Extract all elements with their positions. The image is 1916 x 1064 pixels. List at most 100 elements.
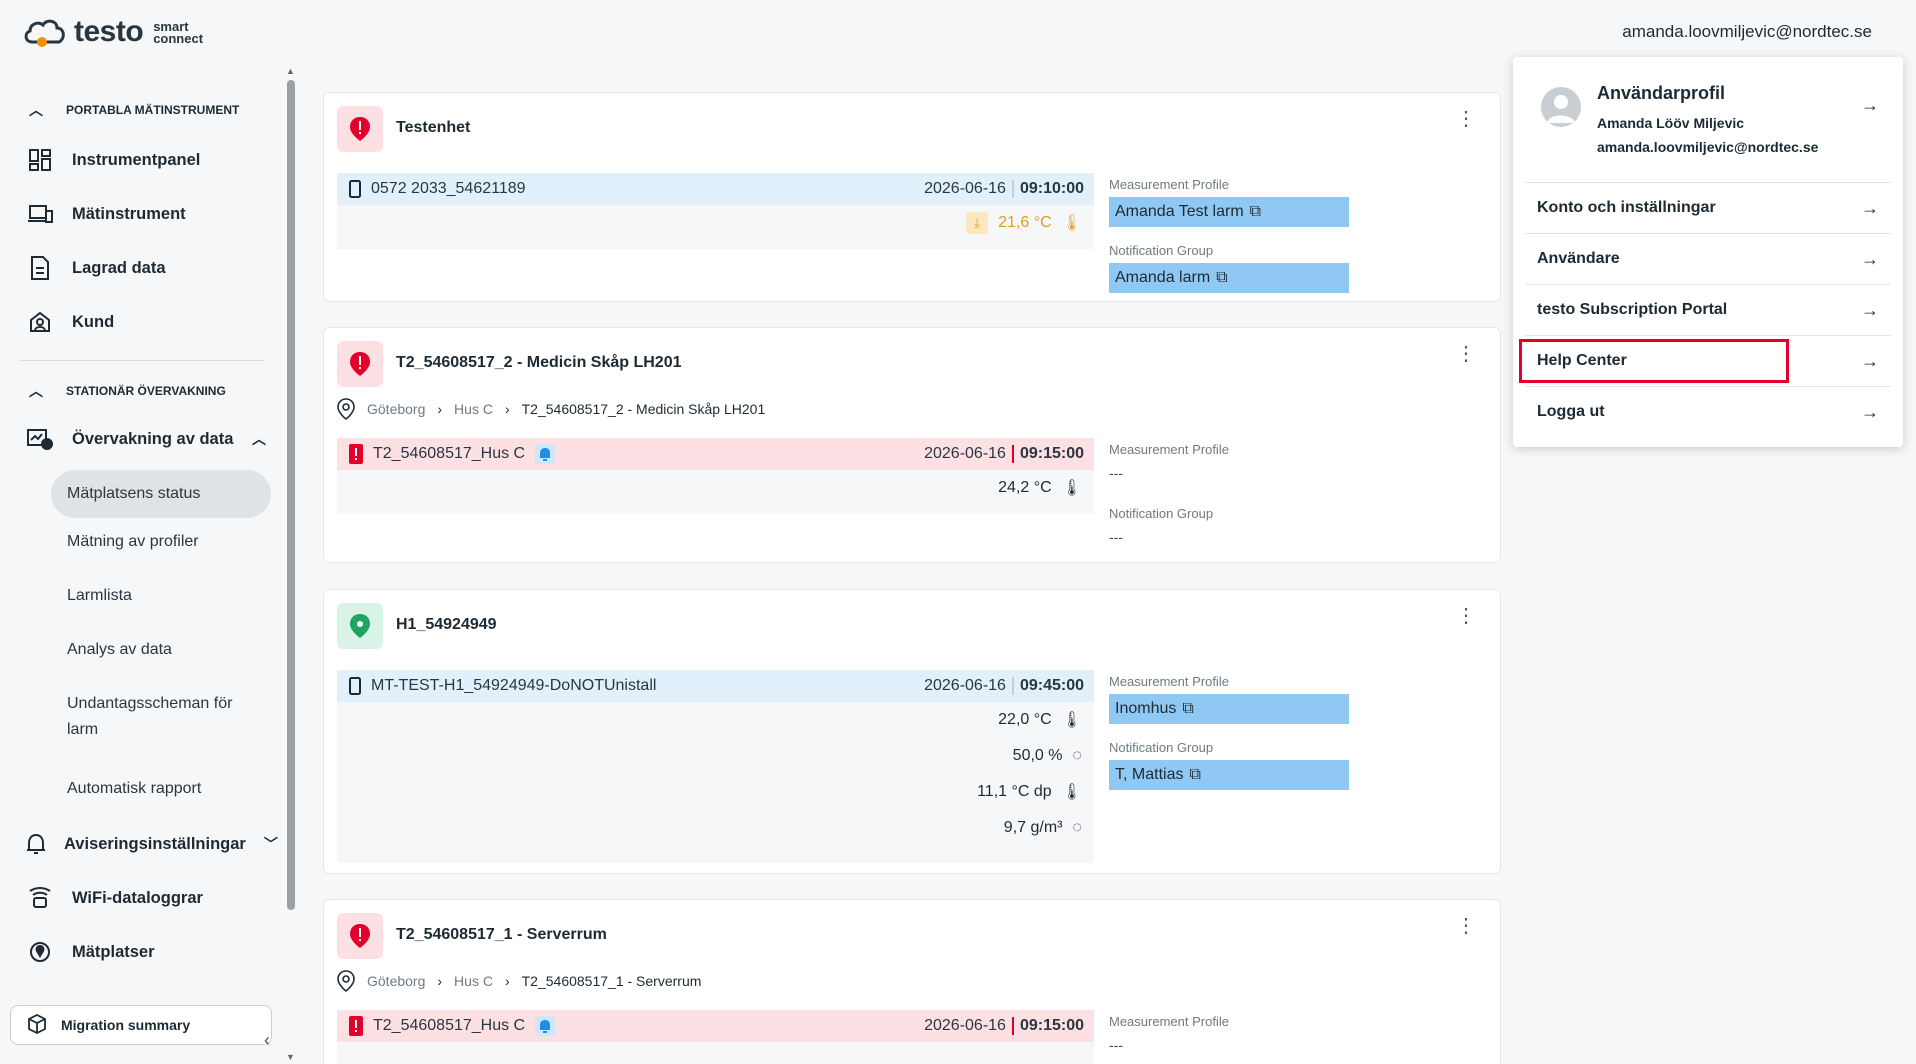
arrow-right-icon: → xyxy=(1861,248,1879,269)
arrow-right-icon[interactable]: → xyxy=(1861,95,1879,116)
sidebar-item-instruments[interactable]: Mätinstrument xyxy=(26,200,266,228)
location-pin-icon xyxy=(337,970,355,992)
scroll-down-arrow-icon[interactable]: ▼ xyxy=(286,1052,295,1062)
external-link-icon: ⧉ xyxy=(1249,203,1262,220)
timestamp-divider xyxy=(1011,1017,1014,1035)
notification-group-value: Amanda larm xyxy=(1115,269,1211,286)
arrow-right-icon: → xyxy=(1861,401,1879,422)
alarm-bell-icon xyxy=(535,1016,556,1036)
timestamp-date: 2026-06-16 xyxy=(924,1017,1006,1034)
device-name: 0572 2033_54621189 xyxy=(371,180,526,197)
arrow-right-icon: → xyxy=(1861,299,1879,320)
customer-icon xyxy=(26,308,54,336)
more-options-icon[interactable]: ⋮ xyxy=(1456,109,1476,129)
reading-value: 24,2 °C xyxy=(998,479,1052,496)
chevron-up-icon: ︿ xyxy=(29,102,43,118)
scroll-up-arrow-icon[interactable]: ▲ xyxy=(286,66,295,76)
timestamp-time: 09:15:00 xyxy=(1019,445,1084,462)
menu-item-users[interactable]: Användare → xyxy=(1525,233,1891,284)
sidebar-item-dashboard[interactable]: Instrumentpanel xyxy=(26,146,266,174)
user-menu-dropdown: Användarprofil Amanda Lööv Miljevic aman… xyxy=(1513,57,1903,447)
more-options-icon[interactable]: ⋮ xyxy=(1456,344,1476,364)
notification-group-link[interactable]: Amanda larm ⧉ xyxy=(1109,263,1349,293)
notification-group-link[interactable]: T, Mattias ⧉ xyxy=(1109,760,1349,790)
profile-title[interactable]: Användarprofil xyxy=(1597,83,1725,104)
device-row: T2_54608517_Hus C 2026-06-16 09:15:00 xyxy=(337,1010,1094,1042)
location-card[interactable]: T2_54608517_1 - Serverrum ⋮ Göteborg › H… xyxy=(323,899,1501,1064)
reading-temperature: 24,2 °C 🌡 xyxy=(337,470,1094,506)
measurement-profile-link[interactable]: Inomhus ⧉ xyxy=(1109,694,1349,724)
timestamp-date: 2026-06-16 xyxy=(924,180,1006,197)
location-title[interactable]: T2_54608517_2 - Medicin Skåp LH201 xyxy=(396,354,682,372)
sidebar-item-label: Mätinstrument xyxy=(72,204,186,223)
section-portable-label: PORTABLA MÄTINSTRUMENT xyxy=(66,103,240,117)
reading-value: 9,7 g/m³ xyxy=(1003,819,1063,836)
migration-summary-label: Migration summary xyxy=(61,1017,191,1033)
timestamp-time: 09:45:00 xyxy=(1019,677,1084,694)
measurement-profile-link[interactable]: Amanda Test larm ⧉ xyxy=(1109,197,1349,227)
sidebar-item-locations[interactable]: Mätplatser xyxy=(26,938,266,966)
bell-icon xyxy=(26,830,46,858)
location-card[interactable]: T2_54608517_2 - Medicin Skåp LH201 ⋮ Göt… xyxy=(323,327,1501,563)
device-row: MT-TEST-H1_54924949-DoNOTUnistall 2026-0… xyxy=(337,670,1094,702)
timestamp-time: 09:10:00 xyxy=(1019,180,1084,197)
brand-sub-connect: connect xyxy=(153,31,204,46)
location-title[interactable]: T2_54608517_1 - Serverrum xyxy=(396,926,607,944)
humidity-icon: ◌ xyxy=(1072,747,1082,764)
external-link-icon: ⧉ xyxy=(1189,766,1201,783)
section-stationary-toggle[interactable]: ︿ STATIONÄR ÖVERVAKNING xyxy=(28,381,226,401)
location-title[interactable]: H1_54924949 xyxy=(396,616,497,634)
menu-item-subscription-portal[interactable]: testo Subscription Portal → xyxy=(1525,284,1891,335)
sidebar: ︿ PORTABLA MÄTINSTRUMENT Instrumentpanel… xyxy=(0,64,282,1064)
menu-item-logout[interactable]: Logga ut → xyxy=(1525,386,1891,437)
chevron-right-icon: › xyxy=(504,401,510,417)
external-link-icon: ⧉ xyxy=(1216,269,1228,286)
sidebar-sub-auto-report[interactable]: Automatisk rapport xyxy=(67,776,267,802)
timestamp-divider xyxy=(1011,180,1014,198)
location-target-icon xyxy=(26,938,54,966)
menu-item-account-settings[interactable]: Konto och inställningar → xyxy=(1525,182,1891,233)
device-name: T2_54608517_Hus C xyxy=(373,445,526,462)
scrollbar-thumb[interactable] xyxy=(287,80,295,910)
sidebar-sub-profiles[interactable]: Mätning av profiler xyxy=(67,529,267,555)
collapse-sidebar-chevron-icon[interactable]: ‹ xyxy=(264,1030,270,1051)
location-title[interactable]: Testenhet xyxy=(396,119,470,137)
section-stationary-label: STATIONÄR ÖVERVAKNING xyxy=(66,384,226,398)
sidebar-sub-alarm-list[interactable]: Larmlista xyxy=(67,583,267,609)
more-options-icon[interactable]: ⋮ xyxy=(1456,916,1476,936)
alarm-badge xyxy=(337,106,383,152)
location-card[interactable]: H1_54924949 ⋮ MT-TEST-H1_54924949-DoNOTU… xyxy=(323,589,1501,874)
breadcrumb-item[interactable]: Göteborg xyxy=(367,401,425,417)
wifi-logger-icon xyxy=(26,884,54,912)
breadcrumb-item[interactable]: Hus C xyxy=(454,973,493,989)
measurement-profile-label: Measurement Profile xyxy=(1109,177,1229,192)
help-center-highlight-box xyxy=(1519,339,1789,383)
sidebar-scrollbar[interactable]: ▲ ▼ xyxy=(286,66,296,1064)
location-card[interactable]: Testenhet ⋮ 0572 2033_54621189 2026-06-1… xyxy=(323,92,1501,302)
testo-logo[interactable]: testo smart connect xyxy=(22,14,203,50)
sidebar-item-stored-data[interactable]: Lagrad data xyxy=(26,254,266,282)
sidebar-item-label: Kund xyxy=(72,312,115,331)
sidebar-sub-location-status[interactable]: Mätplatsens status xyxy=(51,470,271,518)
sidebar-item-monitoring[interactable]: Övervakning av data ︿ xyxy=(26,425,266,453)
section-portable-toggle[interactable]: ︿ PORTABLA MÄTINSTRUMENT xyxy=(28,100,239,120)
more-options-icon[interactable]: ⋮ xyxy=(1456,606,1476,626)
profile-panel: Measurement Profile --- Notification Gro… xyxy=(1109,442,1349,550)
breadcrumb-item[interactable]: Göteborg xyxy=(367,973,425,989)
cloud-logo-icon xyxy=(24,19,65,47)
reading-humidity: 50,0 % ◌ xyxy=(337,738,1094,774)
sidebar-item-notifications[interactable]: Aviseringsinställningar ﹀ xyxy=(26,830,278,858)
migration-summary-button[interactable]: Migration summary xyxy=(10,1005,272,1045)
sidebar-item-customer[interactable]: Kund xyxy=(26,308,266,336)
timestamp-time: 09:15:00 xyxy=(1019,1017,1084,1034)
device-alarm-icon xyxy=(349,1016,363,1036)
user-menu-trigger[interactable]: amanda.loovmiljevic@nordtec.se xyxy=(1622,22,1872,42)
sidebar-item-wifi-loggers[interactable]: WiFi-dataloggrar xyxy=(26,884,266,912)
document-icon xyxy=(26,254,54,282)
sidebar-sub-analysis[interactable]: Analys av data xyxy=(67,637,267,663)
measurement-panel: T2_54608517_Hus C 2026-06-16 09:15:00 xyxy=(337,1010,1094,1064)
breadcrumb-item[interactable]: Hus C xyxy=(454,401,493,417)
profile-panel: Measurement Profile --- xyxy=(1109,1014,1349,1058)
thermometer-icon: 🌡 xyxy=(1061,712,1082,729)
sidebar-sub-exception-schedules[interactable]: Undantagsscheman för larm xyxy=(67,691,247,743)
